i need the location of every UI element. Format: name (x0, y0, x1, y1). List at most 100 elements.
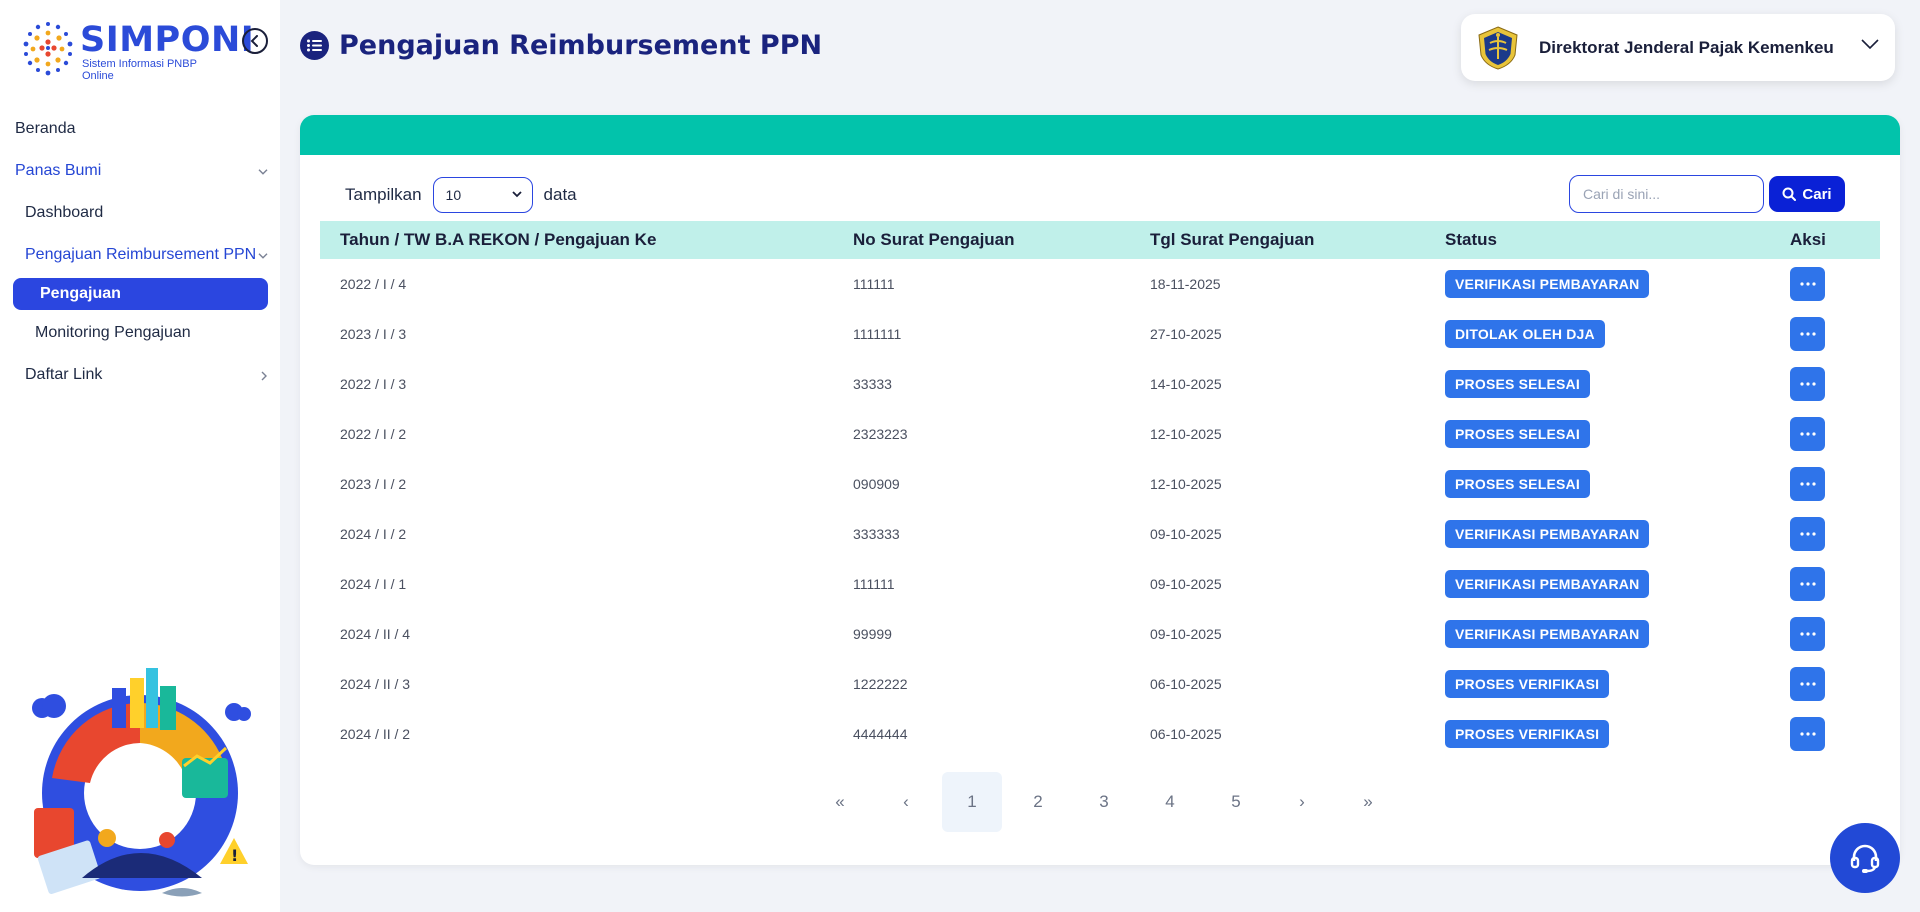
data-card: Tampilkan 10 data Cari Tahun / TW B.A RE… (300, 115, 1900, 865)
more-dots-icon (1799, 532, 1816, 536)
sidebar-item-monitoring-pengajuan[interactable]: Monitoring Pengajuan (0, 312, 280, 354)
search-button[interactable]: Cari (1769, 176, 1845, 212)
cell-letter-number: 111111 (853, 576, 895, 592)
pagination-page-1[interactable]: 1 (942, 772, 1002, 832)
cell-letter-number: 1222222 (853, 676, 908, 692)
cell-period: 2024 / I / 1 (340, 576, 407, 592)
more-dots-icon (1799, 332, 1816, 336)
cell-letter-date: 09-10-2025 (1150, 526, 1222, 542)
cell-period: 2024 / II / 4 (340, 626, 411, 642)
sidebar-item-label: Pengajuan Reimbursement PPN (25, 246, 257, 263)
status-badge: VERIFIKASI PEMBAYARAN (1445, 270, 1650, 298)
more-dots-icon (1799, 582, 1816, 586)
cell-status: PROSES SELESAI (1425, 409, 1770, 459)
cell-status: PROSES SELESAI (1425, 459, 1770, 509)
pagination-page-5[interactable]: 5 (1206, 772, 1266, 832)
chevron-down-icon (1861, 39, 1879, 50)
row-action-button[interactable] (1790, 367, 1825, 401)
row-action-button[interactable] (1790, 267, 1825, 301)
column-header-status[interactable]: Status (1425, 221, 1770, 259)
more-dots-icon (1799, 382, 1816, 386)
cell-letter-date: 09-10-2025 (1150, 626, 1222, 642)
pagination-last-button[interactable]: » (1338, 772, 1398, 832)
cell-letter-date: 12-10-2025 (1150, 426, 1222, 442)
cell-letter-number: 33333 (853, 376, 892, 392)
status-badge: PROSES VERIFIKASI (1445, 720, 1610, 748)
pagination-first-button[interactable]: « (810, 772, 870, 832)
cell-letter-date: 06-10-2025 (1150, 726, 1222, 742)
more-dots-icon (1799, 282, 1816, 286)
table-row: 2024 / II / 4 99999 09-10-2025 VERIFIKASI P… (320, 609, 1880, 659)
pagination-prev-button[interactable]: ‹ (876, 772, 936, 832)
collapse-sidebar-button[interactable] (242, 28, 268, 54)
cell-period: 2022 / I / 4 (340, 276, 407, 292)
status-badge: VERIFIKASI PEMBAYARAN (1445, 520, 1650, 548)
sidebar-item-dashboard[interactable]: Dashboard (0, 192, 280, 234)
cell-period: 2024 / II / 2 (340, 726, 411, 742)
cell-action (1770, 309, 1880, 359)
cell-period: 2023 / I / 3 (340, 326, 407, 342)
row-action-button[interactable] (1790, 417, 1825, 451)
cell-letter-number: 333333 (853, 526, 900, 542)
pagination-next-button[interactable]: › (1272, 772, 1332, 832)
column-header-letter-number[interactable]: No Surat Pengajuan (833, 221, 1130, 259)
sidebar-item-beranda[interactable]: Beranda (0, 108, 280, 150)
chevron-right-icon (261, 371, 267, 381)
table-row: 2022 / I / 4 111111 18-11-2025 VERIFIKASI P… (320, 259, 1880, 309)
cell-action (1770, 509, 1880, 559)
search-input[interactable] (1569, 175, 1764, 213)
cell-letter-number: 111111 (853, 276, 895, 292)
row-action-button[interactable] (1790, 517, 1825, 551)
chevron-down-icon (258, 169, 268, 175)
emblem-icon (1478, 25, 1518, 70)
pagination-page-4[interactable]: 4 (1140, 772, 1200, 832)
row-action-button[interactable] (1790, 617, 1825, 651)
row-action-button[interactable] (1790, 717, 1825, 751)
row-action-button[interactable] (1790, 467, 1825, 501)
cell-action (1770, 359, 1880, 409)
logo-subtitle: Sistem Informasi PNBP Online (82, 58, 197, 82)
sidebar-item-pengajuan-reimbursement[interactable]: Pengajuan Reimbursement PPN (0, 234, 280, 276)
cell-action (1770, 409, 1880, 459)
cell-letter-date: 06-10-2025 (1150, 676, 1222, 692)
svg-text:!: ! (231, 846, 238, 865)
sidebar-item-label: Beranda (15, 120, 76, 137)
table-row: 2022 / I / 2 2323223 12-10-2025 PROSES SELE… (320, 409, 1880, 459)
list-icon (300, 31, 329, 60)
table-body: 2022 / I / 4 111111 18-11-2025 VERIFIKASI P… (320, 259, 1880, 759)
app-logo[interactable]: SIMPONI Sistem Informasi PNBP Online (18, 18, 254, 82)
more-dots-icon (1799, 732, 1816, 736)
sidebar-item-label: Pengajuan (40, 285, 121, 302)
status-badge: PROSES SELESAI (1445, 370, 1590, 398)
decorative-illustration: ! (32, 668, 251, 897)
chevron-down-icon (258, 253, 268, 259)
organization-selector[interactable]: Direktorat Jenderal Pajak Kemenkeu (1461, 14, 1895, 81)
page-header: Pengajuan Reimbursement PPN (300, 30, 822, 61)
row-action-button[interactable] (1790, 667, 1825, 701)
row-action-button[interactable] (1790, 317, 1825, 351)
more-dots-icon (1799, 482, 1816, 486)
row-action-button[interactable] (1790, 567, 1825, 601)
status-badge: VERIFIKASI PEMBAYARAN (1445, 570, 1650, 598)
cell-letter-number: 2323223 (853, 426, 908, 442)
cell-letter-number: 1111111 (853, 326, 902, 342)
cell-action (1770, 259, 1880, 309)
table-row: 2024 / I / 1 111111 09-10-2025 VERIFIKASI P… (320, 559, 1880, 609)
page-size-select[interactable]: 10 (432, 177, 533, 213)
support-chat-button[interactable] (1830, 823, 1900, 893)
sidebar-item-panas-bumi[interactable]: Panas Bumi (0, 150, 280, 192)
cell-status: VERIFIKASI PEMBAYARAN (1425, 509, 1770, 559)
pagination-page-2[interactable]: 2 (1008, 772, 1068, 832)
status-badge: PROSES SELESAI (1445, 470, 1590, 498)
search-button-label: Cari (1802, 185, 1832, 203)
sidebar-item-pengajuan[interactable]: Pengajuan (13, 278, 268, 310)
cell-letter-date: 12-10-2025 (1150, 476, 1222, 492)
pagination-page-3[interactable]: 3 (1074, 772, 1134, 832)
status-badge: DITOLAK OLEH DJA (1445, 320, 1605, 348)
cell-letter-date: 14-10-2025 (1150, 376, 1222, 392)
sidebar-item-label: Monitoring Pengajuan (35, 324, 191, 341)
sidebar-item-daftar-link[interactable]: Daftar Link (0, 354, 280, 396)
column-header-period[interactable]: Tahun / TW B.A REKON / Pengajuan Ke (320, 221, 833, 259)
column-header-letter-date[interactable]: Tgl Surat Pengajuan (1130, 221, 1425, 259)
sidebar-item-label: Dashboard (25, 204, 104, 221)
